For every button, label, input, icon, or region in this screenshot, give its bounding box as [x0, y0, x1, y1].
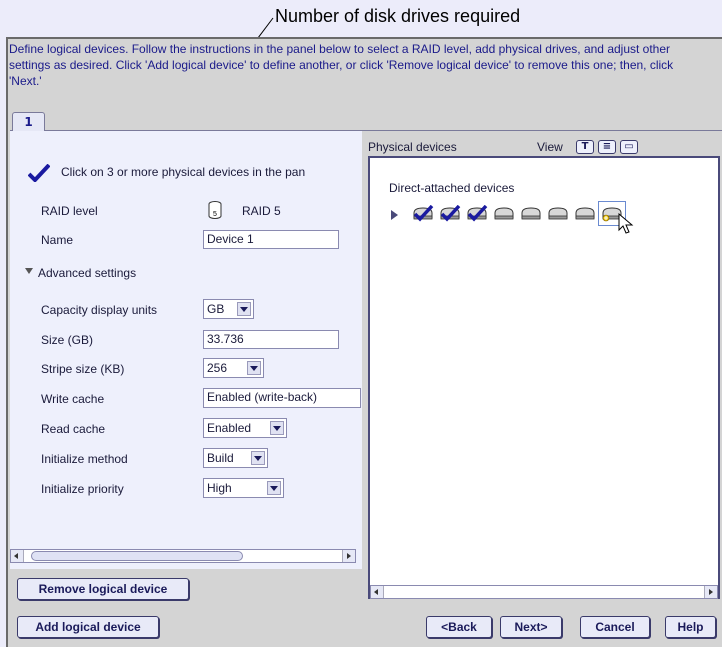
capacity-units-select[interactable]: GB [203, 299, 254, 319]
disk-drive-icon[interactable] [439, 205, 461, 223]
next-button[interactable]: Next> [500, 616, 562, 638]
disk-drive-icon[interactable] [574, 205, 596, 223]
disk-drive-icon[interactable] [412, 205, 434, 223]
scroll-left-icon[interactable] [371, 586, 384, 598]
select-value: 256 [207, 361, 228, 375]
expand-triangle-icon[interactable] [391, 210, 398, 220]
name-field[interactable]: Device 1 [203, 230, 339, 249]
setting-label: Write cache [41, 392, 105, 406]
disk-drive-icon[interactable] [466, 205, 488, 223]
chevron-down-icon[interactable] [267, 481, 281, 495]
mouse-pointer-icon [618, 213, 634, 234]
disk-drive-icon[interactable] [520, 205, 542, 223]
group-label: Direct-attached devices [389, 181, 515, 195]
initialize-method-select[interactable]: Build [203, 448, 268, 468]
disk-drive-icon[interactable] [547, 205, 569, 223]
right-horizontal-scrollbar[interactable] [370, 585, 718, 599]
advanced-settings-toggle[interactable]: Advanced settings [38, 266, 136, 280]
read-cache-select[interactable]: Enabled [203, 418, 287, 438]
expand-triangle-icon[interactable] [25, 268, 33, 274]
write-cache-field[interactable]: Enabled (write-back) [203, 388, 361, 408]
stripe-size-select[interactable]: 256 [203, 358, 264, 378]
raid-level-value[interactable]: RAID 5 [242, 204, 281, 218]
card-view-icon[interactable]: ▭ [620, 140, 638, 154]
initialize-priority-select[interactable]: High [203, 478, 284, 498]
select-value: Build [207, 451, 234, 465]
scrollbar-thumb[interactable] [31, 551, 243, 561]
chevron-down-icon[interactable] [247, 361, 261, 375]
setting-label: Stripe size (KB) [41, 362, 125, 376]
text-view-icon[interactable]: T [576, 140, 594, 154]
chevron-down-icon[interactable] [270, 421, 284, 435]
setting-label: Capacity display units [41, 303, 158, 317]
logical-device-panel [10, 131, 362, 569]
tab-1[interactable]: 1 [12, 112, 45, 132]
disk-5-icon: 5 [208, 201, 222, 219]
chevron-down-icon[interactable] [251, 451, 265, 465]
chevron-down-icon[interactable] [237, 302, 251, 316]
select-value: High [207, 481, 232, 495]
left-horizontal-scrollbar[interactable] [10, 549, 356, 563]
view-label: View [537, 140, 563, 154]
select-value: GB [207, 302, 225, 316]
svg-text:5: 5 [213, 211, 217, 218]
cancel-button[interactable]: Cancel [580, 616, 650, 638]
select-value: Enabled [207, 421, 252, 435]
instructions-text: Define logical devices. Follow the instr… [9, 42, 674, 88]
selection-hint: Click on 3 or more physical devices in t… [61, 165, 306, 179]
add-logical-device-button[interactable]: Add logical device [17, 616, 159, 638]
scroll-right-icon[interactable] [342, 550, 355, 562]
disk-drive-icon[interactable] [493, 205, 515, 223]
back-button[interactable]: <Back [426, 616, 492, 638]
help-button[interactable]: Help [665, 616, 716, 638]
size-field[interactable]: 33.736 [203, 330, 339, 349]
setting-label: Initialize method [41, 452, 128, 466]
raid-level-label: RAID level [41, 204, 98, 218]
remove-logical-device-button[interactable]: Remove logical device [17, 578, 189, 600]
scroll-right-icon[interactable] [704, 586, 717, 598]
name-label: Name [41, 233, 74, 247]
setting-label: Read cache [41, 422, 106, 436]
scroll-left-icon[interactable] [11, 550, 24, 562]
list-view-icon[interactable]: ≡ [598, 140, 616, 154]
setting-label: Size (GB) [41, 333, 94, 347]
setting-label: Initialize priority [41, 482, 124, 496]
physical-devices-header: Physical devices [368, 140, 457, 154]
checkmark-icon [28, 164, 50, 182]
